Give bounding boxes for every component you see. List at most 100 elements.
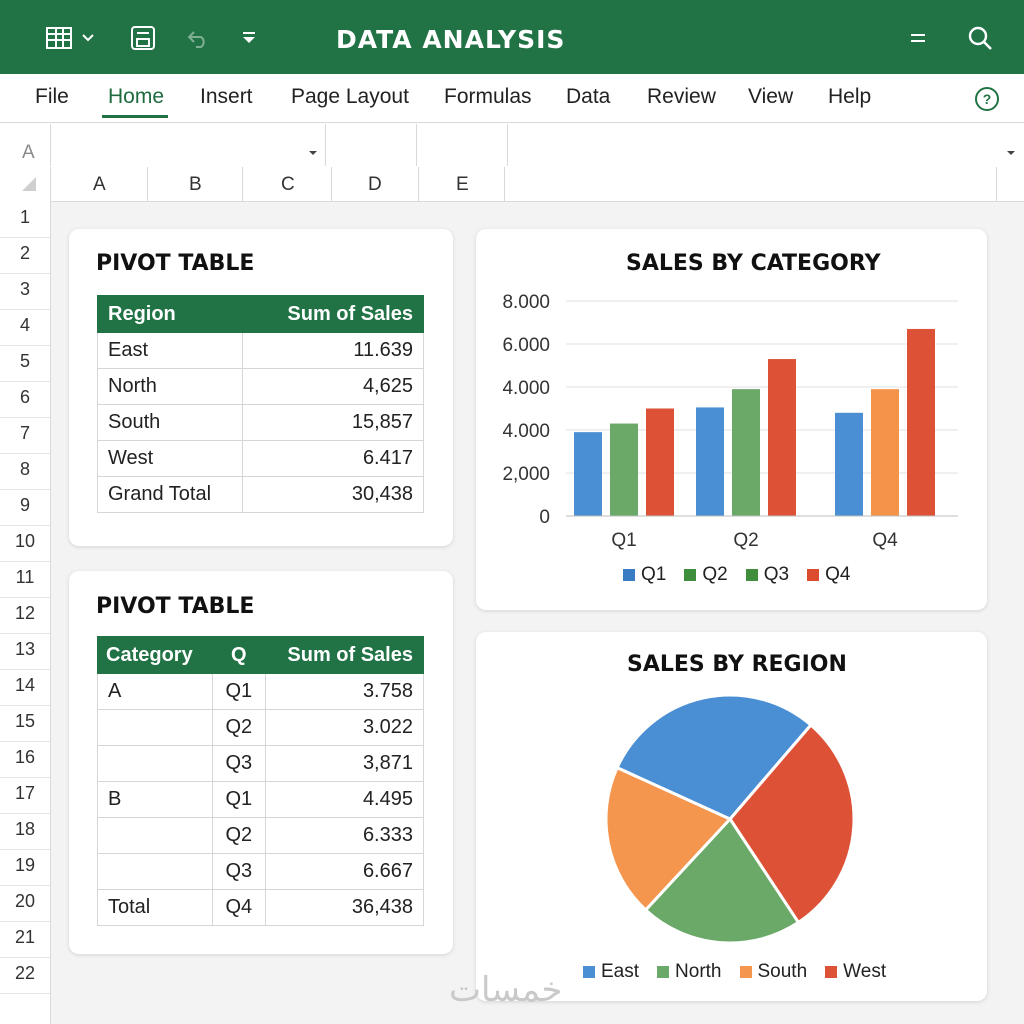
cell-sales[interactable]: 3,871 bbox=[264, 745, 425, 782]
table-row[interactable]: East 11.639 bbox=[97, 332, 425, 369]
header-region[interactable]: Region bbox=[97, 295, 243, 333]
cell-sales[interactable]: 4.495 bbox=[264, 781, 425, 818]
select-all-icon[interactable] bbox=[21, 176, 37, 197]
spreadsheet-icon[interactable] bbox=[44, 22, 74, 54]
bar-q1-q2[interactable] bbox=[610, 423, 638, 516]
cell-category[interactable] bbox=[97, 709, 213, 746]
cell-category[interactable]: A bbox=[97, 673, 213, 710]
row-header-22[interactable]: 22 bbox=[0, 963, 50, 984]
legend-item-q1[interactable]: Q1 bbox=[623, 564, 666, 586]
row-header-8[interactable]: 8 bbox=[0, 459, 50, 480]
cell-quarter[interactable]: Q1 bbox=[211, 673, 266, 710]
cell-sales[interactable]: 3.022 bbox=[264, 709, 425, 746]
cell-region[interactable]: Grand Total bbox=[97, 476, 243, 513]
menu-icon[interactable] bbox=[904, 22, 932, 54]
row-header-7[interactable]: 7 bbox=[0, 423, 50, 444]
table-row[interactable]: Q3 6.667 bbox=[97, 853, 425, 890]
cell-quarter[interactable]: Q3 bbox=[211, 853, 266, 890]
bar-q4-q4[interactable] bbox=[907, 328, 935, 516]
bar-q2-q4[interactable] bbox=[768, 359, 796, 516]
cell-sales[interactable]: 4,625 bbox=[241, 368, 425, 405]
tab-help[interactable]: Help bbox=[828, 85, 871, 109]
column-header-e[interactable]: E bbox=[456, 174, 469, 196]
column-header-b[interactable]: B bbox=[189, 174, 202, 196]
cell-sales[interactable]: 6.667 bbox=[264, 853, 425, 890]
header-sum-of-sales[interactable]: Sum of Sales bbox=[264, 636, 425, 674]
cell-region[interactable]: East bbox=[97, 332, 243, 369]
column-header-c[interactable]: C bbox=[281, 174, 295, 196]
row-header-13[interactable]: 13 bbox=[0, 639, 50, 660]
row-header-9[interactable]: 9 bbox=[0, 495, 50, 516]
bar-chart[interactable]: 8.000 6.000 4.000 4.000 2,000 0 Q1 Q2 Q4 bbox=[476, 280, 987, 560]
row-header-1[interactable]: 1 bbox=[0, 207, 50, 228]
cell-sales[interactable]: 30,438 bbox=[241, 476, 425, 513]
cell-category[interactable]: Total bbox=[97, 889, 213, 926]
row-header-16[interactable]: 16 bbox=[0, 747, 50, 768]
undo-icon[interactable] bbox=[184, 22, 212, 54]
table-row[interactable]: Q2 3.022 bbox=[97, 709, 425, 746]
bar-q1-q1[interactable] bbox=[574, 432, 602, 516]
tab-data[interactable]: Data bbox=[566, 85, 610, 109]
cell-sales[interactable]: 11.639 bbox=[241, 332, 425, 369]
cell-region[interactable]: North bbox=[97, 368, 243, 405]
formula-expand-icon[interactable] bbox=[1006, 143, 1016, 161]
cell-category[interactable] bbox=[97, 817, 213, 854]
row-header-3[interactable]: 3 bbox=[0, 279, 50, 300]
legend-item-q4[interactable]: Q4 bbox=[807, 564, 850, 586]
bar-q2-q2[interactable] bbox=[732, 389, 760, 516]
header-quarter[interactable]: Q bbox=[211, 636, 266, 674]
search-icon[interactable] bbox=[964, 22, 996, 54]
row-header-18[interactable]: 18 bbox=[0, 819, 50, 840]
pie-chart[interactable] bbox=[596, 688, 866, 950]
row-header-12[interactable]: 12 bbox=[0, 603, 50, 624]
cell-sales[interactable]: 36,438 bbox=[264, 889, 425, 926]
row-header-21[interactable]: 21 bbox=[0, 927, 50, 948]
row-header-20[interactable]: 20 bbox=[0, 891, 50, 912]
tab-insert[interactable]: Insert bbox=[200, 85, 253, 109]
cell-quarter[interactable]: Q2 bbox=[211, 709, 266, 746]
cell-category[interactable] bbox=[97, 745, 213, 782]
save-icon[interactable] bbox=[128, 22, 158, 54]
tab-formulas[interactable]: Formulas bbox=[444, 85, 532, 109]
legend-item-q3[interactable]: Q3 bbox=[745, 564, 789, 586]
cell-category[interactable] bbox=[97, 853, 213, 890]
row-header-11[interactable]: 11 bbox=[0, 567, 50, 588]
row-header-17[interactable]: 17 bbox=[0, 783, 50, 804]
name-box[interactable]: A bbox=[22, 142, 35, 164]
row-header-15[interactable]: 15 bbox=[0, 711, 50, 732]
bar-q4-q3[interactable] bbox=[871, 389, 899, 516]
table-row[interactable]: A Q1 3.758 bbox=[97, 673, 425, 710]
cell-sales[interactable]: 3.758 bbox=[264, 673, 425, 710]
tab-file[interactable]: File bbox=[35, 85, 69, 109]
row-header-5[interactable]: 5 bbox=[0, 351, 50, 372]
row-header-19[interactable]: 19 bbox=[0, 855, 50, 876]
table-row[interactable]: South 15,857 bbox=[97, 404, 425, 441]
tab-review[interactable]: Review bbox=[647, 85, 716, 109]
cell-sales[interactable]: 15,857 bbox=[241, 404, 425, 441]
table-row[interactable]: North 4,625 bbox=[97, 368, 425, 405]
row-header-2[interactable]: 2 bbox=[0, 243, 50, 264]
tab-view[interactable]: View bbox=[748, 85, 793, 109]
legend-item-q2[interactable]: Q2 bbox=[684, 564, 728, 586]
table-row[interactable]: Total Q4 36,438 bbox=[97, 889, 425, 926]
column-header-a[interactable]: A bbox=[93, 174, 106, 196]
help-icon[interactable]: ? bbox=[975, 87, 999, 111]
table-row[interactable]: B Q1 4.495 bbox=[97, 781, 425, 818]
table-row[interactable]: West 6.417 bbox=[97, 440, 425, 477]
cell-region[interactable]: West bbox=[97, 440, 243, 477]
tab-page-layout[interactable]: Page Layout bbox=[291, 85, 409, 109]
legend-item-west[interactable]: West bbox=[825, 961, 886, 983]
legend-item-south[interactable]: South bbox=[739, 961, 807, 983]
cell-quarter[interactable]: Q1 bbox=[211, 781, 266, 818]
header-category[interactable]: Category bbox=[97, 636, 213, 674]
cell-region[interactable]: South bbox=[97, 404, 243, 441]
cell-category[interactable]: B bbox=[97, 781, 213, 818]
table-row[interactable]: Q3 3,871 bbox=[97, 745, 425, 782]
table-row[interactable]: Q2 6.333 bbox=[97, 817, 425, 854]
row-header-14[interactable]: 14 bbox=[0, 675, 50, 696]
column-header-d[interactable]: D bbox=[368, 174, 382, 196]
bar-q2-q1[interactable] bbox=[696, 407, 724, 516]
row-header-10[interactable]: 10 bbox=[0, 531, 50, 552]
legend-item-north[interactable]: North bbox=[657, 961, 722, 983]
name-box-dropdown-icon[interactable] bbox=[308, 143, 318, 161]
